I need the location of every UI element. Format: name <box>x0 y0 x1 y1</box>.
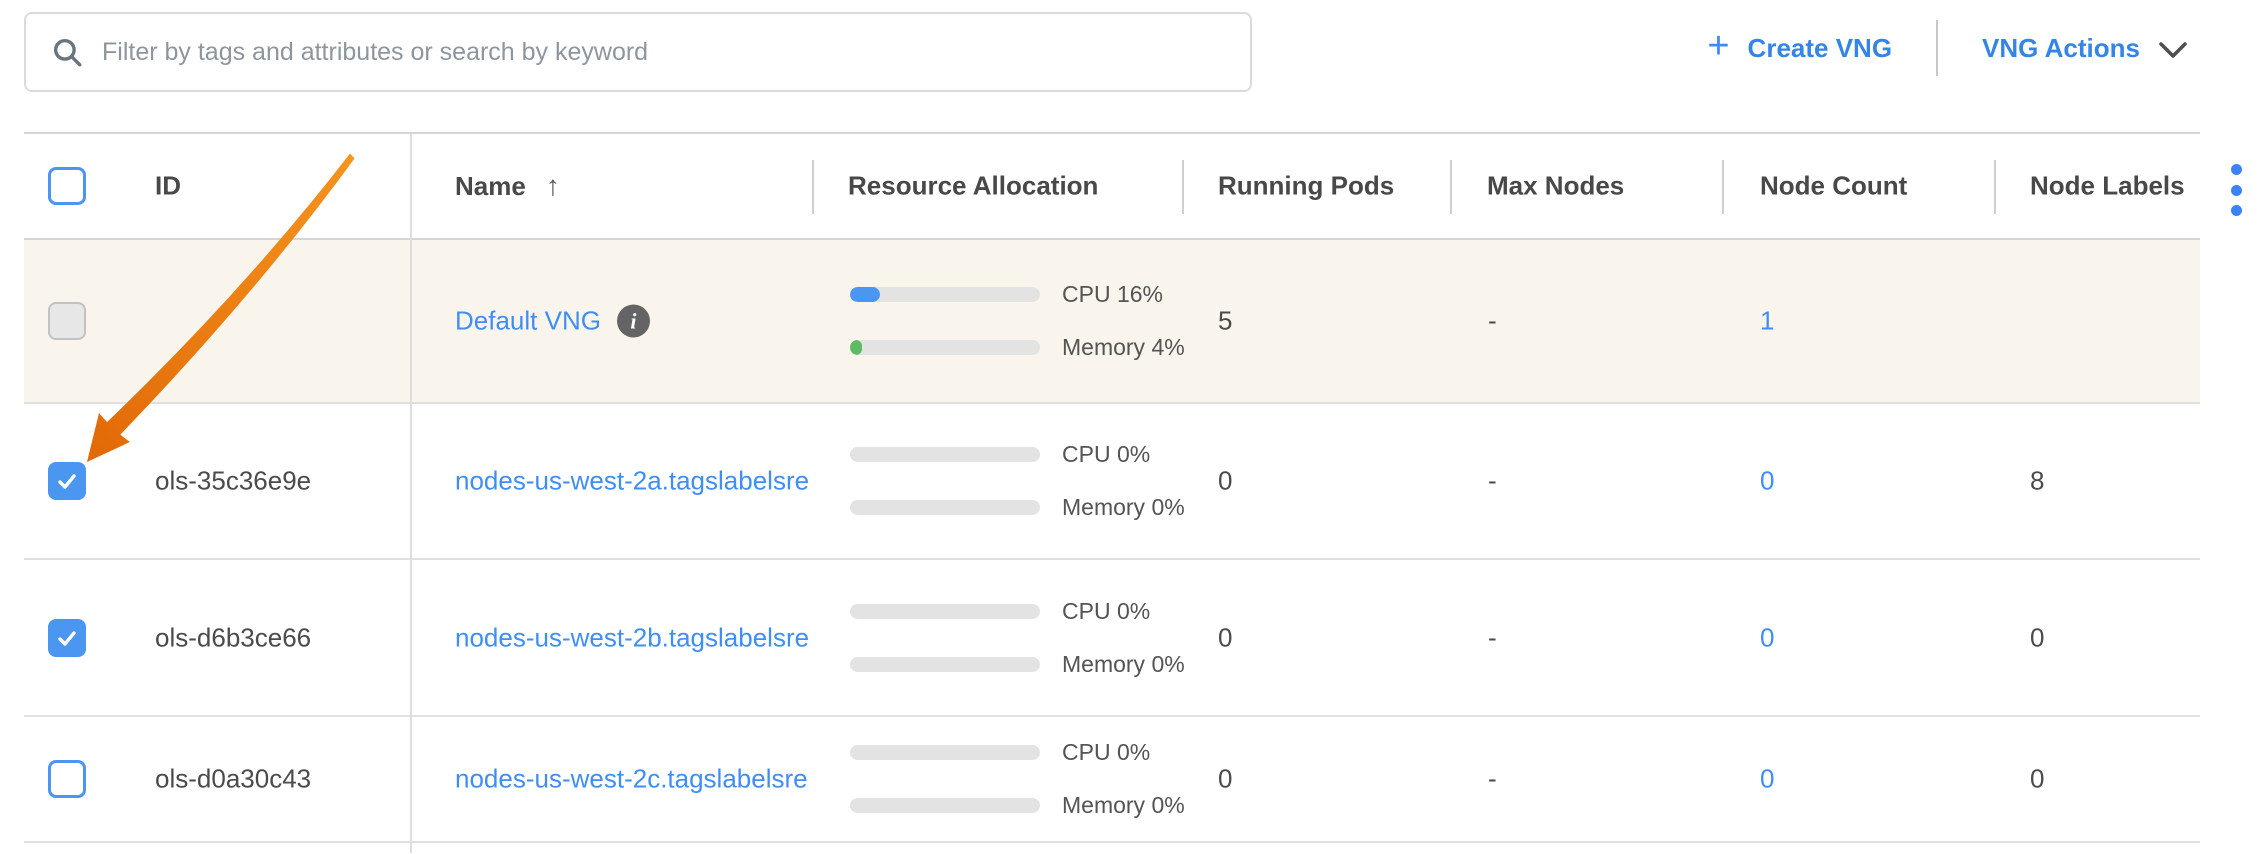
memory-label: Memory 4% <box>1062 334 1185 361</box>
max-nodes-value: - <box>1488 764 1497 795</box>
cpu-label: CPU 0% <box>1062 598 1150 625</box>
column-header-max-nodes[interactable]: Max Nodes <box>1487 171 1624 202</box>
cpu-bar <box>850 604 1040 619</box>
table-row-ols-35c36e9e: ols-35c36e9e nodes-us-west-2a.tagslabels… <box>24 404 2200 560</box>
node-labels-value: 0 <box>2030 622 2044 653</box>
sort-ascending-icon: ↑ <box>546 170 560 201</box>
vng-actions-label: VNG Actions <box>1982 33 2140 64</box>
cpu-bar <box>850 287 1040 302</box>
max-nodes-value: - <box>1488 306 1497 337</box>
memory-bar <box>850 657 1040 672</box>
header-divider <box>1450 160 1452 214</box>
vng-id: ols-d6b3ce66 <box>155 622 311 653</box>
vng-id: ols-35c36e9e <box>155 466 311 497</box>
vng-name-link[interactable]: Default VNG i <box>455 305 650 338</box>
column-header-node-count[interactable]: Node Count <box>1760 171 1907 202</box>
column-header-resource-allocation[interactable]: Resource Allocation <box>848 171 1098 202</box>
running-pods-value: 5 <box>1218 306 1232 337</box>
vng-table: ID Name↑ Resource Allocation Running Pod… <box>24 132 2200 851</box>
row-checkbox[interactable] <box>48 760 86 798</box>
kebab-menu-icon[interactable] <box>2216 164 2256 216</box>
vng-list-page: + Create VNG VNG Actions ID Name↑ Resour… <box>0 0 2258 854</box>
checkmark-icon <box>55 626 79 650</box>
row-checkbox[interactable] <box>48 619 86 657</box>
vng-name-link[interactable]: nodes-us-west-2a.tagslabelsre <box>455 466 809 497</box>
checkmark-icon <box>55 469 79 493</box>
row-checkbox[interactable] <box>48 462 86 500</box>
memory-bar <box>850 798 1040 813</box>
memory-label: Memory 0% <box>1062 792 1185 819</box>
header-divider <box>812 160 814 214</box>
column-header-id[interactable]: ID <box>155 171 181 202</box>
search-filter-box <box>24 12 1252 92</box>
table-header-row: ID Name↑ Resource Allocation Running Pod… <box>24 134 2200 240</box>
running-pods-value: 0 <box>1218 764 1232 795</box>
vng-actions-button[interactable]: VNG Actions <box>1982 33 2188 64</box>
cpu-bar <box>850 745 1040 760</box>
chevron-down-icon <box>2158 41 2188 60</box>
select-all-checkbox[interactable] <box>48 167 86 205</box>
memory-label: Memory 0% <box>1062 494 1185 521</box>
plus-icon: + <box>1707 27 1729 65</box>
cpu-label: CPU 16% <box>1062 281 1163 308</box>
create-vng-button[interactable]: + Create VNG <box>1707 31 1892 65</box>
row-checkbox-disabled <box>48 302 86 340</box>
node-labels-value: 8 <box>2030 466 2044 497</box>
resource-allocation: CPU 16% Memory 4% <box>850 281 1185 361</box>
node-labels-value: 0 <box>2030 764 2044 795</box>
vng-id: ols-d0a30c43 <box>155 764 311 795</box>
header-divider <box>1994 160 1996 214</box>
running-pods-value: 0 <box>1218 466 1232 497</box>
column-divider <box>410 134 412 853</box>
resource-allocation: CPU 0% Memory 0% <box>850 598 1185 678</box>
vng-name-link[interactable]: nodes-us-west-2b.tagslabelsre <box>455 622 809 653</box>
max-nodes-value: - <box>1488 622 1497 653</box>
header-divider <box>1182 160 1184 214</box>
search-input[interactable] <box>102 38 1250 67</box>
cpu-label: CPU 0% <box>1062 739 1150 766</box>
info-icon[interactable]: i <box>617 305 650 338</box>
cpu-label: CPU 0% <box>1062 441 1150 468</box>
running-pods-value: 0 <box>1218 622 1232 653</box>
column-header-name[interactable]: Name↑ <box>455 170 560 202</box>
create-vng-label: Create VNG <box>1748 33 1893 64</box>
table-row-default-vng: Default VNG i CPU 16% Memory 4% 5 - 1 <box>24 240 2200 404</box>
max-nodes-value: - <box>1488 466 1497 497</box>
vng-name-link[interactable]: nodes-us-west-2c.tagslabelsre <box>455 764 808 795</box>
column-header-running-pods[interactable]: Running Pods <box>1218 171 1394 202</box>
toolbar-actions: + Create VNG VNG Actions <box>1707 8 2188 88</box>
node-count-link[interactable]: 0 <box>1760 622 1774 653</box>
header-divider <box>1722 160 1724 214</box>
resource-allocation: CPU 0% Memory 0% <box>850 739 1185 819</box>
memory-bar <box>850 500 1040 515</box>
table-row-ols-d0a30c43: ols-d0a30c43 nodes-us-west-2c.tagslabels… <box>24 717 2200 843</box>
memory-bar <box>850 340 1040 355</box>
toolbar-divider <box>1936 20 1938 76</box>
table-row-ols-d6b3ce66: ols-d6b3ce66 nodes-us-west-2b.tagslabels… <box>24 560 2200 717</box>
node-count-link[interactable]: 0 <box>1760 466 1774 497</box>
search-icon <box>50 35 84 69</box>
node-count-link[interactable]: 0 <box>1760 764 1774 795</box>
column-header-node-labels[interactable]: Node Labels <box>2030 171 2185 202</box>
node-count-link[interactable]: 1 <box>1760 306 1774 337</box>
resource-allocation: CPU 0% Memory 0% <box>850 441 1185 521</box>
memory-label: Memory 0% <box>1062 651 1185 678</box>
cpu-bar <box>850 447 1040 462</box>
